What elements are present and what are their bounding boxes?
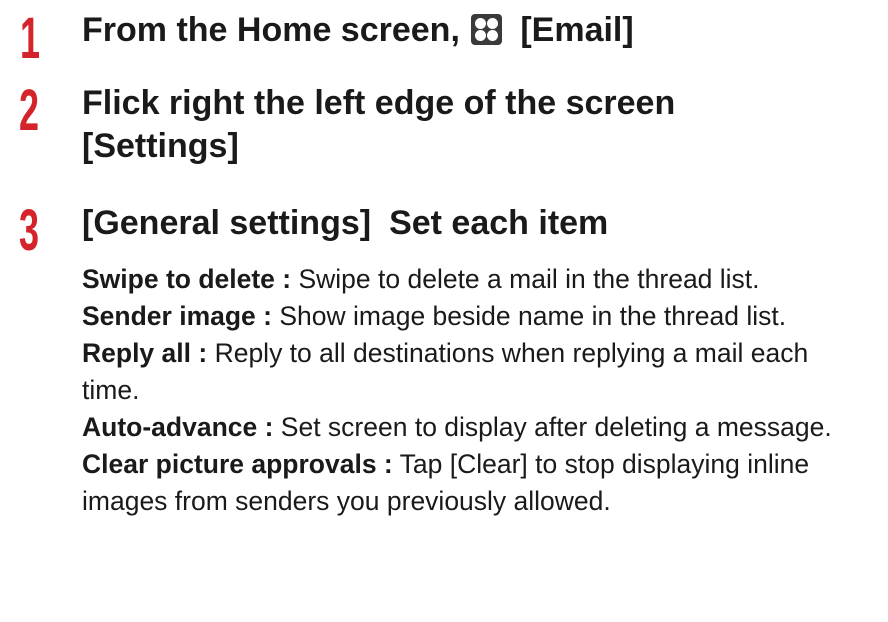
list-item: Reply all : Reply to all destinations wh… xyxy=(82,335,872,409)
step-text: Flick right the left edge of the screen … xyxy=(82,82,675,168)
list-item: Clear picture approvals : Tap [Clear] to… xyxy=(82,446,872,520)
item-name: Sender image : xyxy=(82,301,272,331)
item-description: Swipe to delete a mail in the thread lis… xyxy=(298,264,760,294)
settings-list: Swipe to delete : Swipe to delete a mail… xyxy=(82,261,872,520)
step-1-text-before: From the Home screen, xyxy=(82,11,460,49)
apps-icon xyxy=(471,14,503,45)
step-number: 2 xyxy=(19,78,40,143)
step-2-line-2: [Settings] xyxy=(82,127,239,165)
step-text: [General settings] Set each item xyxy=(82,202,608,245)
instruction-page: 1 From the Home screen, [Email] 2 Flick … xyxy=(0,0,888,622)
item-name: Swipe to delete : xyxy=(82,264,292,294)
item-name: Clear picture approvals : xyxy=(82,449,393,479)
step-3-title-part-1: [General settings] xyxy=(82,204,372,242)
item-name: Auto-advance : xyxy=(82,412,274,442)
item-description: Show image beside name in the thread lis… xyxy=(279,301,787,331)
item-name: Reply all : xyxy=(82,338,208,368)
step-2-line-1: Flick right the left edge of the screen xyxy=(82,84,676,122)
item-description: Set screen to display after deleting a m… xyxy=(280,412,832,442)
step-text: From the Home screen, [Email] xyxy=(82,9,634,52)
list-item: Sender image : Show image beside name in… xyxy=(82,298,872,335)
step-1-text-after: [Email] xyxy=(520,11,634,49)
step-3-title-part-2: Set each item xyxy=(389,204,609,242)
step-number: 3 xyxy=(19,198,40,263)
list-item: Auto-advance : Set screen to display aft… xyxy=(82,409,872,446)
list-item: Swipe to delete : Swipe to delete a mail… xyxy=(82,261,872,298)
step-number: 1 xyxy=(20,6,41,71)
